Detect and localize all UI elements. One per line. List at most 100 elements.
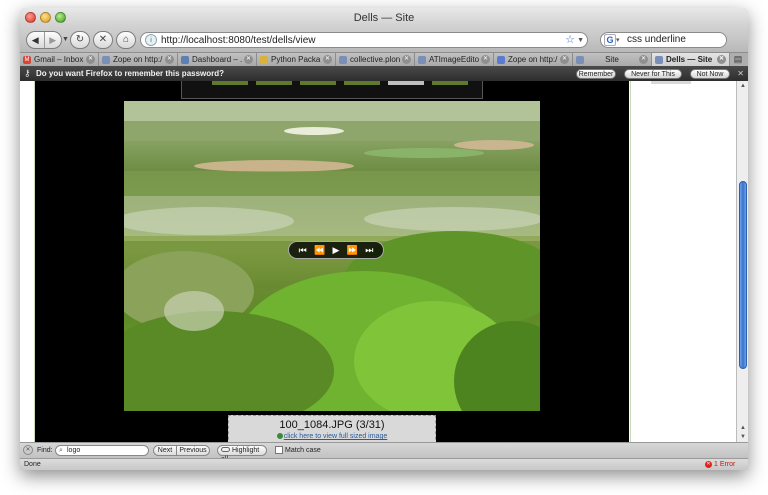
tab[interactable]: Dashboard – ... ✕: [178, 53, 257, 66]
thumbnail[interactable]: [300, 81, 336, 85]
tab-close-icon[interactable]: ✕: [717, 55, 726, 64]
tab-active[interactable]: Dells — Site ✕: [652, 53, 730, 66]
back-arrow-icon[interactable]: ◀: [27, 32, 44, 48]
google-search-engine-icon[interactable]: G: [604, 34, 616, 46]
error-icon[interactable]: ✕: [705, 461, 712, 468]
zoom-window-button[interactable]: [55, 12, 66, 23]
tab-label: Zope on http:/...: [113, 55, 163, 64]
find-next-button[interactable]: Next: [153, 445, 177, 456]
tab-close-icon[interactable]: ✕: [86, 55, 95, 64]
full-size-link-text[interactable]: click here to view full sized image: [284, 433, 388, 440]
image-caption: 100_1084.JPG (3/31) click here to view f…: [228, 415, 436, 442]
password-notification-bar: ⚷ Do you want Firefox to remember this p…: [20, 66, 748, 88]
search-bar[interactable]: G ▾: [600, 32, 727, 48]
play-icon[interactable]: ▶: [333, 241, 340, 259]
tab-label: ATImageEdito...: [429, 55, 479, 64]
search-engine-dropdown-icon[interactable]: ▾: [616, 33, 620, 48]
thumbnail-strip[interactable]: [181, 81, 483, 99]
remember-button[interactable]: Remember: [576, 69, 616, 79]
tab-bar: M Gmail – Inbox ... ✕ Zope on http:/... …: [20, 52, 748, 66]
gmail-favicon-icon: M: [23, 56, 31, 64]
match-case-checkbox[interactable]: [275, 446, 283, 454]
minimize-window-button[interactable]: [40, 12, 51, 23]
not-now-button[interactable]: Not Now: [690, 69, 730, 79]
globe-favicon-icon: [102, 56, 110, 64]
tab[interactable]: Python Packa... ✕: [257, 53, 336, 66]
right-column: [630, 81, 736, 442]
find-field[interactable]: ⌕: [55, 445, 149, 456]
match-case-label[interactable]: Match case: [285, 443, 321, 458]
thumbnail[interactable]: [344, 81, 380, 85]
tab-close-icon[interactable]: ✕: [165, 55, 174, 64]
full-size-link[interactable]: click here to view full sized image: [229, 432, 435, 442]
link-icon: [276, 433, 283, 439]
tab-label: Dells — Site: [666, 55, 713, 64]
left-margin: [20, 81, 35, 442]
search-input[interactable]: [627, 34, 723, 46]
tab[interactable]: M Gmail – Inbox ... ✕: [20, 53, 99, 66]
browser-window: Dells — Site ◀ ▶ ▼ ↻ ✕ ⌂ i http://localh…: [20, 8, 748, 470]
tab-list-icon[interactable]: ▤: [730, 53, 746, 66]
back-forward-buttons: ◀ ▶: [26, 31, 62, 49]
tab-label: Gmail – Inbox ...: [34, 55, 84, 64]
python-favicon-icon: [260, 56, 268, 64]
scroll-up-arrow-icon[interactable]: ▲: [738, 81, 748, 91]
globe-favicon-icon: [655, 56, 663, 64]
history-dropdown-icon[interactable]: ▼: [62, 36, 69, 43]
tab-label: Python Packa...: [271, 55, 321, 64]
next-image-icon[interactable]: ⏩: [347, 241, 358, 259]
find-close-icon[interactable]: ✕: [23, 445, 33, 455]
thumbnail[interactable]: [212, 81, 248, 85]
error-count[interactable]: 1 Error: [714, 459, 735, 470]
url-text[interactable]: http://localhost:8080/test/dells/view: [161, 34, 316, 47]
forward-arrow-icon[interactable]: ▶: [43, 32, 62, 48]
globe-favicon-icon: [576, 56, 584, 64]
search-icon: ⌕: [59, 447, 63, 454]
landscape-photo[interactable]: ⏮ ⏪ ▶ ⏩ ⏭: [124, 101, 540, 411]
tab-close-icon[interactable]: ✕: [639, 55, 648, 64]
tab[interactable]: Site ✕: [573, 53, 652, 66]
tab-close-icon[interactable]: ✕: [481, 55, 490, 64]
globe-favicon-icon: [339, 56, 347, 64]
previous-image-icon[interactable]: ⏪: [314, 241, 325, 259]
bookmark-star-icon[interactable]: ☆: [565, 33, 575, 47]
close-icon[interactable]: ✕: [737, 67, 744, 80]
highlighter-icon: [221, 447, 230, 452]
dashboard-favicon-icon: [181, 56, 189, 64]
tab-close-icon[interactable]: ✕: [323, 55, 332, 64]
stop-icon[interactable]: ✕: [93, 31, 113, 49]
tab[interactable]: Zope on http:/... ✕: [494, 53, 573, 66]
tab-close-icon[interactable]: ✕: [402, 55, 411, 64]
tab-close-icon[interactable]: ✕: [244, 55, 253, 64]
window-controls: [25, 12, 66, 23]
close-window-button[interactable]: [25, 12, 36, 23]
home-icon[interactable]: ⌂: [116, 31, 136, 49]
highlight-all-button[interactable]: Highlight all: [217, 445, 267, 463]
thumbnail-selected[interactable]: [388, 81, 424, 85]
tab[interactable]: Zope on http:/... ✕: [99, 53, 178, 66]
tab-close-icon[interactable]: ✕: [560, 55, 569, 64]
reload-icon[interactable]: ↻: [70, 31, 90, 49]
scrollbar-thumb[interactable]: [739, 181, 747, 369]
password-prompt-text: Do you want Firefox to remember this pas…: [36, 69, 225, 78]
site-identity-icon[interactable]: i: [145, 34, 157, 46]
slideshow-controls: ⏮ ⏪ ▶ ⏩ ⏭: [288, 241, 384, 259]
portlet-edge: [651, 81, 691, 84]
url-dropdown-icon[interactable]: ▼: [577, 33, 584, 48]
scroll-down-arrow-icon[interactable]: ▼: [738, 432, 748, 442]
thumbnail[interactable]: [432, 81, 468, 85]
last-image-icon[interactable]: ⏭: [365, 241, 373, 259]
tab[interactable]: collective.plon... ✕: [336, 53, 415, 66]
never-for-this-site-button[interactable]: Never for This Site: [624, 69, 682, 88]
tab-label: Zope on http:/...: [508, 55, 558, 64]
thumbnail[interactable]: [256, 81, 292, 85]
find-previous-button[interactable]: Previous: [176, 445, 210, 456]
first-image-icon[interactable]: ⏮: [299, 241, 307, 259]
page-viewport: ⏮ ⏪ ▶ ⏩ ⏭ 100_1084.JPG (3/31) click here…: [20, 81, 748, 442]
tab[interactable]: ATImageEdito... ✕: [415, 53, 494, 66]
find-bar: ✕ Find: ⌕ Next Previous Highlight all Ma…: [20, 442, 748, 463]
find-input[interactable]: [67, 446, 145, 456]
url-bar[interactable]: i http://localhost:8080/test/dells/view …: [140, 32, 588, 48]
tab-label: Dashboard – ...: [192, 55, 242, 64]
vertical-scrollbar[interactable]: ▲ ▲ ▼: [736, 81, 748, 442]
